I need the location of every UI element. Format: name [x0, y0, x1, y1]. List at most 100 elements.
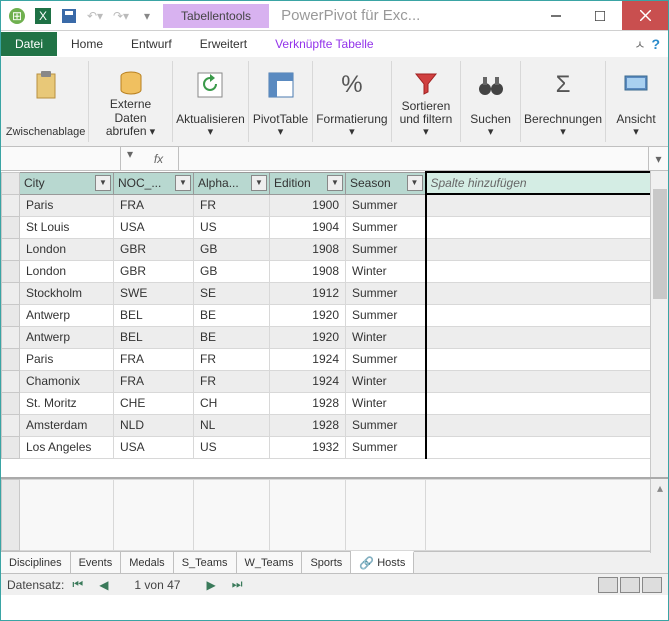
undo-icon[interactable]: ↶▾	[83, 4, 107, 28]
cell-alpha[interactable]: GB	[194, 238, 270, 260]
cell-noc[interactable]: BEL	[114, 304, 194, 326]
table-row[interactable]: St. MoritzCHECH1928Winter	[2, 392, 668, 414]
cell-season[interactable]: Summer	[346, 216, 426, 238]
cell-edition[interactable]: 1928	[270, 392, 346, 414]
formula-input[interactable]	[179, 147, 648, 170]
ribbon-clipboard[interactable]: Zwischenablage	[3, 61, 89, 142]
cell-edition[interactable]: 1920	[270, 304, 346, 326]
cell-alpha[interactable]: FR	[194, 348, 270, 370]
help-icon[interactable]: ?	[651, 36, 660, 52]
cell-noc[interactable]: NLD	[114, 414, 194, 436]
cell-city[interactable]: Chamonix	[20, 370, 114, 392]
cell-city[interactable]: Paris	[20, 194, 114, 216]
select-all-corner[interactable]	[2, 172, 20, 194]
nav-next[interactable]: ▶	[198, 578, 223, 592]
cell-noc[interactable]: FRA	[114, 194, 194, 216]
cell-alpha[interactable]: GB	[194, 260, 270, 282]
row-selector[interactable]	[2, 282, 20, 304]
column-header[interactable]: NOC_...▼	[114, 172, 194, 194]
table-row[interactable]: ParisFRAFR1900Summer	[2, 194, 668, 216]
table-row[interactable]: AntwerpBELBE1920Winter	[2, 326, 668, 348]
cell-season[interactable]: Summer	[346, 348, 426, 370]
column-filter-icon[interactable]: ▼	[407, 175, 423, 191]
ribbon-find[interactable]: Suchen▾	[461, 61, 521, 142]
sheet-tab-hosts[interactable]: 🔗Hosts	[351, 551, 414, 573]
sheet-tab-medals[interactable]: Medals	[121, 552, 173, 573]
cell-edition[interactable]: 1904	[270, 216, 346, 238]
cell-edition[interactable]: 1924	[270, 348, 346, 370]
cell-alpha[interactable]: CH	[194, 392, 270, 414]
row-selector[interactable]	[2, 370, 20, 392]
cell-alpha[interactable]: FR	[194, 194, 270, 216]
cell-alpha[interactable]: BE	[194, 326, 270, 348]
sheet-tab-disciplines[interactable]: Disciplines	[1, 552, 71, 573]
tab-entwurf[interactable]: Entwurf	[117, 32, 186, 56]
cell-add[interactable]	[426, 326, 668, 348]
save-icon[interactable]	[57, 4, 81, 28]
column-header[interactable]: Edition▼	[270, 172, 346, 194]
column-header[interactable]: Season▼	[346, 172, 426, 194]
cell-add[interactable]	[426, 392, 668, 414]
cell-alpha[interactable]: BE	[194, 304, 270, 326]
cell-add[interactable]	[426, 260, 668, 282]
cell-add[interactable]	[426, 414, 668, 436]
cell-season[interactable]: Winter	[346, 326, 426, 348]
row-selector[interactable]	[2, 326, 20, 348]
cell-noc[interactable]: FRA	[114, 348, 194, 370]
cell-edition[interactable]: 1920	[270, 326, 346, 348]
cell-edition[interactable]: 1912	[270, 282, 346, 304]
cell-edition[interactable]: 1908	[270, 238, 346, 260]
redo-icon[interactable]: ↷▾	[109, 4, 133, 28]
tab-datei[interactable]: Datei	[1, 32, 57, 56]
cell-season[interactable]: Summer	[346, 282, 426, 304]
data-grid[interactable]: City▼NOC_...▼Alpha...▼Edition▼Season▼Spa…	[1, 171, 668, 459]
name-box[interactable]	[1, 147, 121, 170]
name-box-dropdown[interactable]: ▾	[121, 147, 139, 170]
cell-city[interactable]: London	[20, 260, 114, 282]
row-selector[interactable]	[2, 348, 20, 370]
sheet-tab-events[interactable]: Events	[71, 552, 122, 573]
row-selector[interactable]	[2, 194, 20, 216]
table-row[interactable]: AmsterdamNLDNL1928Summer	[2, 414, 668, 436]
vertical-scrollbar[interactable]	[650, 171, 668, 477]
tab-verknuepfte-tabelle[interactable]: Verknüpfte Tabelle	[261, 32, 388, 56]
sheet-tab-sports[interactable]: Sports	[302, 552, 351, 573]
nav-last[interactable]: ⏭	[224, 577, 251, 592]
cell-season[interactable]: Winter	[346, 392, 426, 414]
cell-alpha[interactable]: US	[194, 216, 270, 238]
cell-noc[interactable]: CHE	[114, 392, 194, 414]
cell-alpha[interactable]: NL	[194, 414, 270, 436]
view-grid-button[interactable]	[598, 577, 618, 593]
app-icon[interactable]: ⊞	[5, 4, 29, 28]
table-row[interactable]: ChamonixFRAFR1924Winter	[2, 370, 668, 392]
ribbon-pivottable[interactable]: PivotTable▾	[249, 61, 313, 142]
cell-edition[interactable]: 1932	[270, 436, 346, 458]
cell-season[interactable]: Summer	[346, 436, 426, 458]
ribbon-external-data[interactable]: Externe Daten abrufen ▾	[89, 61, 173, 142]
cell-alpha[interactable]: US	[194, 436, 270, 458]
cell-season[interactable]: Summer	[346, 238, 426, 260]
cell-noc[interactable]: GBR	[114, 260, 194, 282]
table-row[interactable]: LondonGBRGB1908Winter	[2, 260, 668, 282]
tab-home[interactable]: Home	[57, 32, 117, 56]
cell-noc[interactable]: USA	[114, 216, 194, 238]
cell-alpha[interactable]: SE	[194, 282, 270, 304]
table-row[interactable]: LondonGBRGB1908Summer	[2, 238, 668, 260]
cell-add[interactable]	[426, 282, 668, 304]
cell-city[interactable]: Paris	[20, 348, 114, 370]
cell-city[interactable]: Los Angeles	[20, 436, 114, 458]
collapse-ribbon-icon[interactable]: ㅅ	[634, 36, 645, 53]
measure-grid[interactable]: ▴	[1, 477, 668, 551]
cell-alpha[interactable]: FR	[194, 370, 270, 392]
cell-add[interactable]	[426, 194, 668, 216]
cell-city[interactable]: St. Moritz	[20, 392, 114, 414]
cell-noc[interactable]: FRA	[114, 370, 194, 392]
table-row[interactable]: St LouisUSAUS1904Summer	[2, 216, 668, 238]
table-row[interactable]: ParisFRAFR1924Summer	[2, 348, 668, 370]
table-row[interactable]: AntwerpBELBE1920Summer	[2, 304, 668, 326]
row-selector[interactable]	[2, 216, 20, 238]
cell-noc[interactable]: SWE	[114, 282, 194, 304]
cell-noc[interactable]: GBR	[114, 238, 194, 260]
ribbon-calculations[interactable]: Σ Berechnungen▾	[521, 61, 606, 142]
cell-add[interactable]	[426, 436, 668, 458]
